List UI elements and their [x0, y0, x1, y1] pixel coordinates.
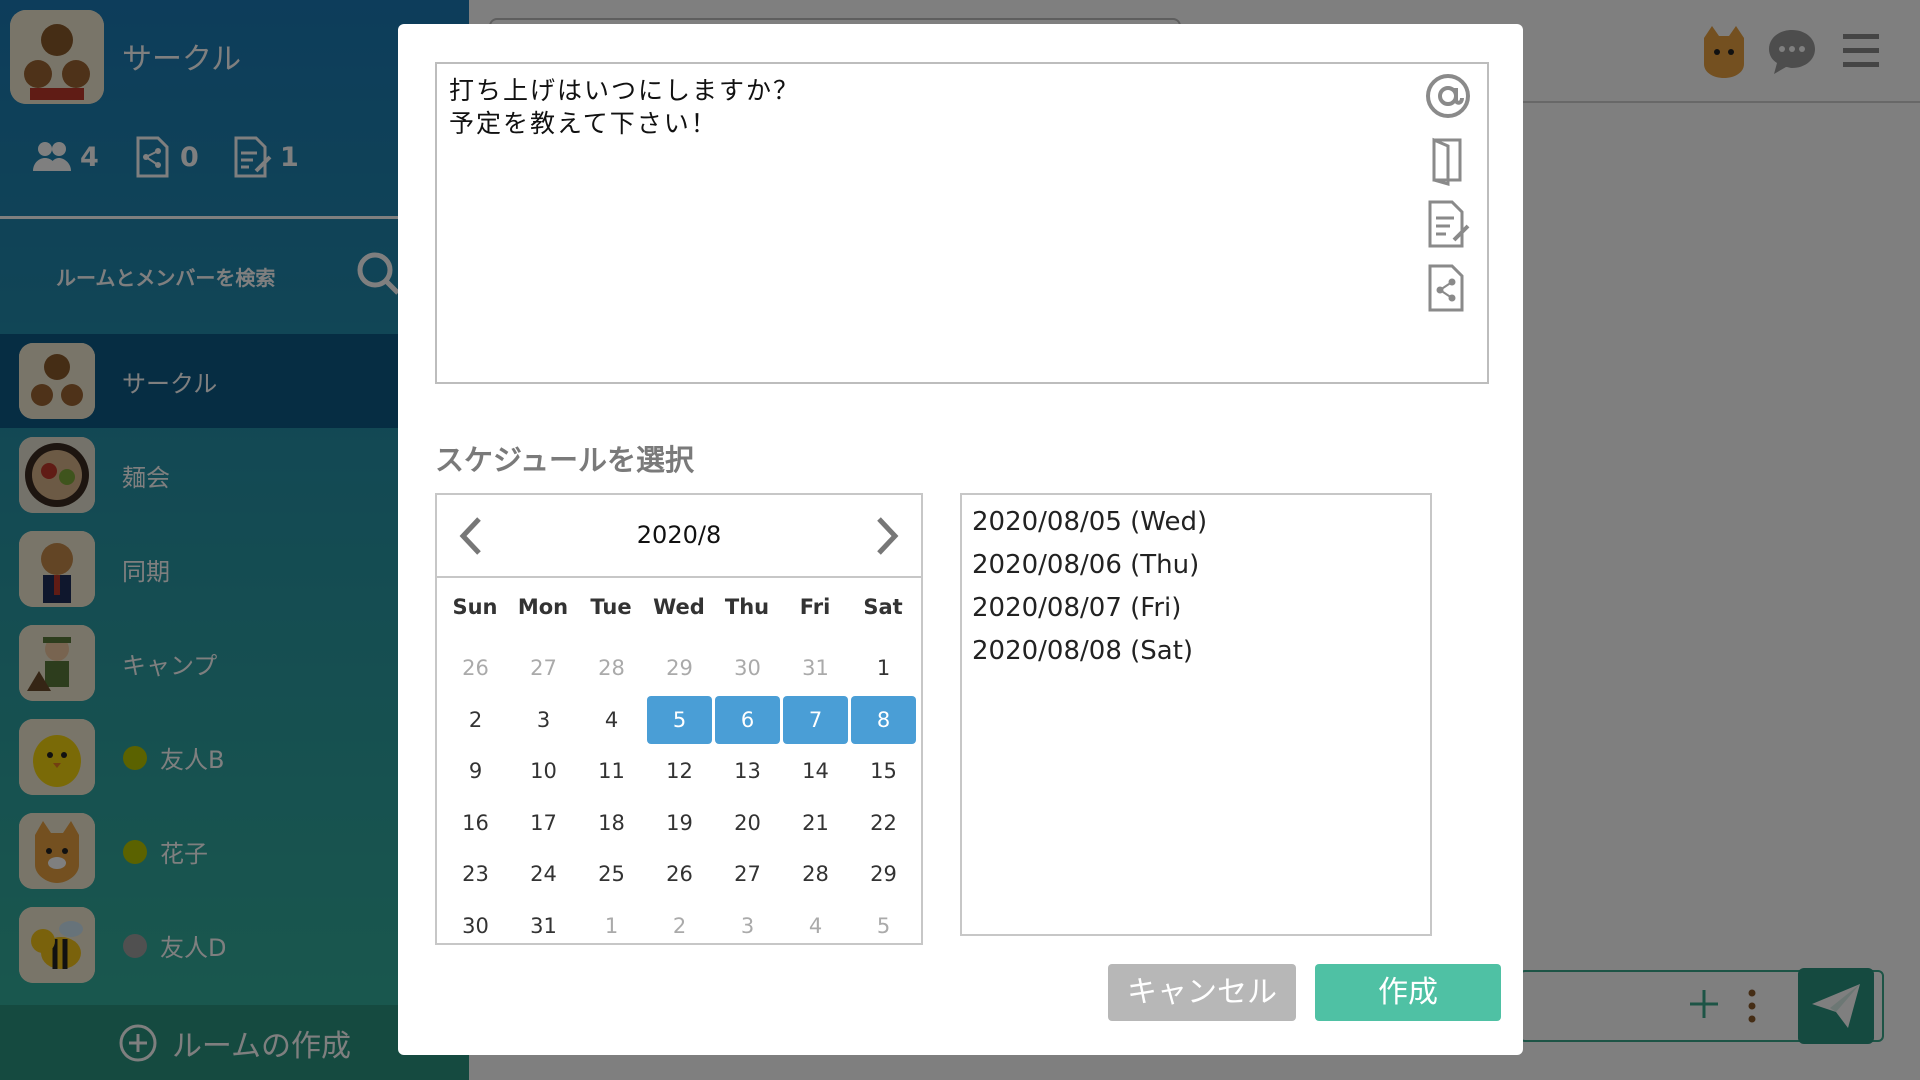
calendar-day-selected[interactable]: 5 — [647, 695, 712, 744]
schedule-heading: スケジュールを選択 — [435, 443, 694, 477]
calendar-day[interactable]: 12 — [647, 747, 712, 795]
weekday-header: Mon — [517, 595, 569, 619]
selected-date-item[interactable]: 2020/08/05 (Wed) — [972, 501, 1420, 544]
calendar-day[interactable]: 5 — [851, 902, 916, 950]
calendar-day[interactable]: 26 — [443, 644, 508, 692]
calendar-day[interactable]: 16 — [443, 799, 508, 847]
calendar-day[interactable]: 2 — [647, 902, 712, 950]
calendar-day[interactable]: 13 — [715, 747, 780, 795]
calendar-day[interactable]: 15 — [851, 747, 916, 795]
date-picker-calendar: 2020/8 Sun Mon Tue Wed Thu Fri Sat 26 27 28 29 30 31… — [435, 493, 923, 945]
calendar-day[interactable]: 19 — [647, 799, 712, 847]
calendar-day[interactable]: 27 — [511, 644, 576, 692]
schedule-dialog: 打ち上げはいつにしますか？ 予定を教えて下さい！ スケジュールを選択 2020/… — [398, 24, 1523, 1055]
calendar-day[interactable]: 27 — [715, 850, 780, 898]
calendar-day[interactable]: 18 — [579, 799, 644, 847]
calendar-day[interactable]: 31 — [511, 902, 576, 950]
next-month-button[interactable] — [863, 513, 909, 559]
calendar-day[interactable]: 21 — [783, 799, 848, 847]
create-button[interactable]: 作成 — [1315, 964, 1501, 1021]
selected-date-item[interactable]: 2020/08/08 (Sat) — [972, 630, 1420, 673]
calendar-day[interactable]: 14 — [783, 747, 848, 795]
calendar-day[interactable]: 3 — [511, 696, 576, 744]
weekday-header: Sun — [452, 595, 498, 619]
exit-door-icon[interactable] — [1422, 134, 1474, 186]
selected-date-item[interactable]: 2020/08/06 (Thu) — [972, 544, 1420, 587]
message-text[interactable]: 打ち上げはいつにしますか？ 予定を教えて下さい！ — [449, 74, 1409, 140]
note-edit-icon[interactable] — [1422, 198, 1474, 250]
calendar-day[interactable]: 29 — [647, 644, 712, 692]
calendar-day[interactable]: 28 — [579, 644, 644, 692]
calendar-day[interactable]: 9 — [443, 747, 508, 795]
calendar-day[interactable]: 1 — [851, 644, 916, 692]
calendar-day[interactable]: 11 — [579, 747, 644, 795]
calendar-day[interactable]: 2 — [443, 696, 508, 744]
share-file-icon[interactable] — [1422, 262, 1474, 314]
calendar-day[interactable]: 30 — [443, 902, 508, 950]
calendar-day-selected[interactable]: 6 — [715, 695, 780, 744]
selected-date-item[interactable]: 2020/08/07 (Fri) — [972, 587, 1420, 630]
calendar-day[interactable]: 10 — [511, 747, 576, 795]
calendar-day[interactable]: 4 — [579, 696, 644, 744]
calendar-day[interactable]: 26 — [647, 850, 712, 898]
calendar-day[interactable]: 28 — [783, 850, 848, 898]
calendar-day[interactable]: 20 — [715, 799, 780, 847]
chevron-right-icon — [877, 517, 899, 555]
calendar-day[interactable]: 24 — [511, 850, 576, 898]
calendar-day[interactable]: 29 — [851, 850, 916, 898]
calendar-day-selected[interactable]: 8 — [851, 695, 916, 744]
calendar-day[interactable]: 30 — [715, 644, 780, 692]
calendar-header: 2020/8 — [437, 495, 921, 578]
calendar-month-label: 2020/8 — [636, 521, 722, 549]
weekday-header: Tue — [590, 595, 632, 619]
calendar-day[interactable]: 1 — [579, 902, 644, 950]
calendar-day[interactable]: 17 — [511, 799, 576, 847]
calendar-day[interactable]: 3 — [715, 902, 780, 950]
selected-dates-list: 2020/08/05 (Wed) 2020/08/06 (Thu) 2020/0… — [960, 493, 1432, 936]
calendar-day[interactable]: 22 — [851, 799, 916, 847]
weekday-header: Fri — [799, 595, 831, 619]
mention-icon[interactable] — [1422, 70, 1474, 122]
calendar-day[interactable]: 23 — [443, 850, 508, 898]
weekday-header: Wed — [653, 595, 705, 619]
cancel-button[interactable]: キャンセル — [1108, 964, 1296, 1021]
calendar-day[interactable]: 31 — [783, 644, 848, 692]
weekday-header: Sat — [863, 595, 903, 619]
calendar-day-selected[interactable]: 7 — [783, 695, 848, 744]
calendar-day[interactable]: 4 — [783, 902, 848, 950]
message-textarea[interactable]: 打ち上げはいつにしますか？ 予定を教えて下さい！ — [435, 62, 1489, 384]
calendar-day[interactable]: 25 — [579, 850, 644, 898]
weekday-header: Thu — [724, 595, 770, 619]
